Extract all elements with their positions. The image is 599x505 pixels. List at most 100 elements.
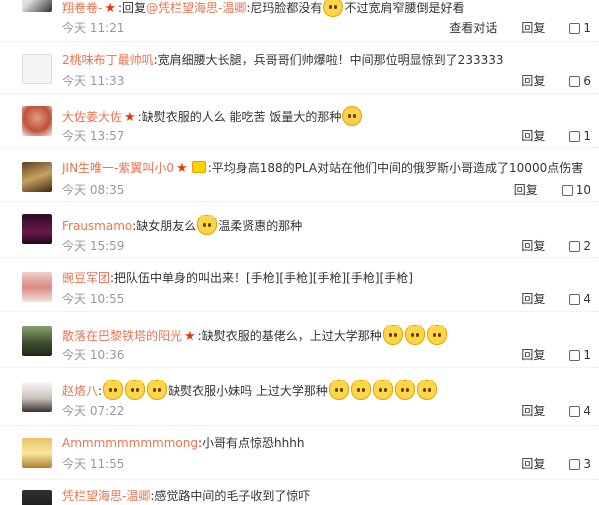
cat-emoji-icon — [416, 380, 437, 400]
comment-text: :回复 — [118, 1, 147, 15]
thumbs-up-icon — [569, 349, 581, 361]
comment-content: Frausmamo:缺女朋友么 温柔贤惠的那种 — [62, 215, 589, 235]
comment-content: 赵烙八: 缺熨衣服小妹吗 上过大学那种 — [62, 380, 589, 400]
star-icon: ★ — [176, 161, 188, 176]
like-count: 2 — [583, 239, 591, 253]
avatar[interactable] — [22, 162, 52, 192]
comment-actions: 回复 4 — [521, 403, 591, 419]
avatar[interactable] — [22, 490, 52, 505]
comment-item: 凭栏望海思-温卿:感觉路中间的毛子收到了惊吓 — [0, 480, 599, 505]
cat-emoji-icon — [147, 380, 168, 400]
like-button[interactable]: 1 — [569, 20, 591, 36]
cat-emoji-icon — [197, 215, 218, 235]
comment-time: 今天 08:35 — [62, 183, 125, 197]
comment-actions: 回复 2 — [521, 238, 591, 254]
comment-item: 翔卷卷- ★:回复@凭栏望海思-温卿:尼玛脸都没有 不过宽肩窄腰倒是好看 今天 11… — [0, 0, 599, 42]
comment-username[interactable]: 大佐姜大佐 — [62, 110, 122, 124]
reply-link[interactable]: 回复 — [521, 20, 545, 36]
avatar[interactable] — [22, 326, 52, 356]
reply-link[interactable]: 回复 — [521, 456, 545, 472]
avatar[interactable] — [22, 54, 52, 84]
like-button[interactable]: 3 — [569, 456, 591, 472]
comment-time: 今天 07:22 — [62, 404, 125, 418]
comment-content: 散落在巴黎铁塔的阳光 ★:缺熨衣服的基佬么，上过大学那种 — [62, 325, 589, 345]
comment-actions: 回复 1 — [521, 128, 591, 144]
comment-text: :宽肩细腰大长腿，兵哥哥们帅爆啦！中间那位明显惊到了233333 — [153, 53, 504, 67]
star-icon: ★ — [104, 1, 116, 16]
comment-content: Ammmmmmmmmong:小哥有点惊恐hhhh — [62, 435, 589, 451]
like-button[interactable]: 1 — [569, 128, 591, 144]
avatar[interactable] — [22, 272, 52, 302]
reply-link[interactable]: 回复 — [521, 128, 545, 144]
comment-username[interactable]: Ammmmmmmmmong — [62, 436, 198, 450]
thumbs-up-icon — [569, 405, 581, 417]
comment-username[interactable]: 散落在巴黎铁塔的阳光 — [62, 329, 182, 343]
like-button[interactable]: 1 — [569, 347, 591, 363]
comment-username[interactable]: 赵烙八 — [62, 384, 98, 398]
comment-text: :感觉路中间的毛子收到了惊吓 — [150, 489, 311, 503]
cat-emoji-icon — [426, 325, 447, 345]
like-button[interactable]: 10 — [561, 182, 591, 198]
cat-emoji-icon — [382, 325, 403, 345]
comment-content: 大佐姜大佐 ★:缺熨衣服的人么 能吃苦 饭量大的那种 — [62, 106, 589, 126]
reply-link[interactable]: 回复 — [514, 182, 538, 198]
reply-link[interactable]: 回复 — [521, 73, 545, 89]
thumbs-up-icon — [569, 293, 581, 305]
cat-emoji-icon — [372, 380, 393, 400]
comment-item: Frausmamo:缺女朋友么 温柔贤惠的那种 今天 15:59 回复 2 — [0, 202, 599, 258]
comment-item: 赵烙八: 缺熨衣服小妹吗 上过大学那种 今天 07:22 回复 4 — [0, 368, 599, 426]
like-count: 10 — [575, 183, 591, 197]
comment-content: 翔卷卷- ★:回复@凭栏望海思-温卿:尼玛脸都没有 不过宽肩窄腰倒是好看 — [62, 0, 589, 17]
like-button[interactable]: 4 — [569, 403, 591, 419]
reply-link[interactable]: 回复 — [521, 291, 545, 307]
avatar[interactable] — [22, 214, 52, 244]
like-count: 1 — [583, 348, 591, 362]
thumbs-up-icon — [569, 22, 581, 34]
avatar[interactable] — [22, 0, 52, 12]
view-conversation-link[interactable]: 查看对话 — [449, 20, 497, 36]
like-button[interactable]: 6 — [569, 73, 591, 89]
comment-text: :缺女朋友么 — [132, 219, 197, 233]
comment-content: 豌豆军团:把队伍中单身的叫出来！[手枪][手枪][手枪][手枪][手枪] — [62, 270, 589, 286]
comment-content: 凭栏望海思-温卿:感觉路中间的毛子收到了惊吓 — [62, 488, 589, 504]
comment-content: JIN生唯一-紫翼叫小0 ★:平均身高188的PLA对站在他们中间的俄罗斯小哥造成… — [62, 160, 589, 177]
reply-link[interactable]: 回复 — [521, 347, 545, 363]
reply-link[interactable]: 回复 — [521, 403, 545, 419]
comment-time: 今天 11:55 — [62, 457, 125, 471]
avatar[interactable] — [22, 106, 52, 136]
comment-time: 今天 11:21 — [62, 21, 125, 35]
comment-text: :把队伍中单身的叫出来！[手枪][手枪][手枪][手枪][手枪] — [110, 271, 413, 285]
cat-emoji-icon — [394, 380, 415, 400]
comment-actions: 回复 3 — [521, 456, 591, 472]
comment-username[interactable]: JIN生唯一-紫翼叫小0 — [62, 161, 174, 175]
comment-item: JIN生唯一-紫翼叫小0 ★:平均身高188的PLA对站在他们中间的俄罗斯小哥造成… — [0, 148, 599, 202]
comment-text: 不过宽肩窄腰倒是好看 — [344, 1, 465, 15]
comment-username[interactable]: 2桃味布丁最帅叽 — [62, 53, 154, 67]
comment-username[interactable]: Frausmamo — [62, 219, 132, 233]
comment-actions: 查看对话 回复 1 — [449, 20, 591, 36]
like-button[interactable]: 2 — [569, 238, 591, 254]
like-count: 6 — [583, 74, 591, 88]
comment-username[interactable]: 翔卷卷- — [62, 1, 102, 15]
mention-link[interactable]: @凭栏望海思-温卿 — [146, 1, 246, 15]
comment-time: 今天 10:55 — [62, 292, 125, 306]
comment-feed: 翔卷卷- ★:回复@凭栏望海思-温卿:尼玛脸都没有 不过宽肩窄腰倒是好看 今天 11… — [0, 0, 599, 505]
comment-username[interactable]: 豌豆军团 — [62, 271, 110, 285]
star-icon: ★ — [124, 110, 136, 125]
avatar[interactable] — [22, 382, 52, 412]
reply-link[interactable]: 回复 — [521, 238, 545, 254]
comment-text: : — [98, 384, 103, 398]
like-button[interactable]: 4 — [569, 291, 591, 307]
thumbs-up-icon — [561, 184, 573, 196]
comment-content: 2桃味布丁最帅叽:宽肩细腰大长腿，兵哥哥们帅爆啦！中间那位明显惊到了233333 — [62, 52, 589, 68]
avatar[interactable] — [22, 438, 52, 468]
comment-username[interactable]: 凭栏望海思-温卿 — [62, 489, 150, 503]
comment-actions: 回复 1 — [521, 347, 591, 363]
comment-time: 今天 13:57 — [62, 129, 125, 143]
thumbs-up-icon — [569, 75, 581, 87]
comment-actions: 回复 4 — [521, 291, 591, 307]
comment-time: 今天 10:36 — [62, 348, 125, 362]
comment-item: 豌豆军团:把队伍中单身的叫出来！[手枪][手枪][手枪][手枪][手枪] 今天 … — [0, 258, 599, 312]
comment-text: :小哥有点惊恐hhhh — [197, 436, 305, 450]
cat-emoji-icon — [328, 380, 349, 400]
